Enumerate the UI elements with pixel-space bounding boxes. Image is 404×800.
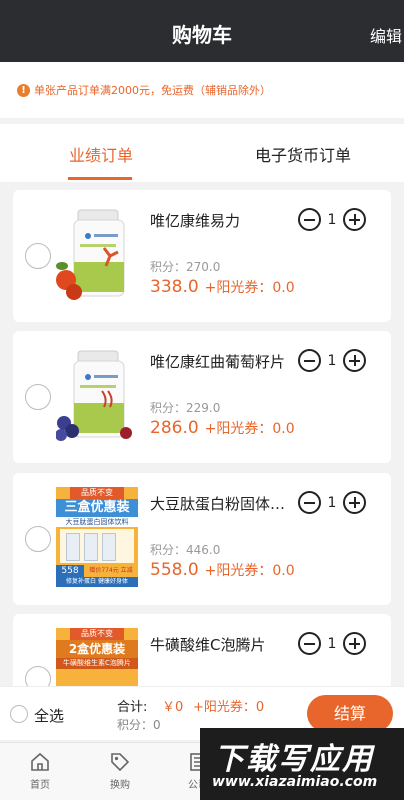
thumb-title: 三盒优惠装 bbox=[56, 499, 138, 517]
select-all-label[interactable]: 全选 bbox=[34, 705, 64, 726]
notice-text: 单张产品订单满2000元，免运费（辅销品除外） bbox=[34, 84, 271, 97]
increase-quantity-button[interactable] bbox=[343, 491, 366, 514]
tabbar-label: 首页 bbox=[30, 780, 50, 791]
order-tabs: 业绩订单 电子货币订单 bbox=[0, 124, 404, 182]
header-bar: 购物车 编辑 bbox=[0, 0, 404, 62]
quantity-value: 1 bbox=[327, 352, 337, 369]
watermark-url: www.xiazaimiao.com bbox=[212, 774, 378, 790]
total-value: ￥0 bbox=[162, 700, 184, 715]
thumb-price-left: 558 bbox=[56, 565, 84, 577]
item-select-radio[interactable] bbox=[25, 243, 51, 269]
edit-button[interactable]: 编辑 bbox=[370, 23, 402, 47]
tabbar-item-home[interactable]: 首页 bbox=[10, 751, 70, 791]
sunshine-voucher: +阳光券：0.0 bbox=[204, 563, 295, 579]
product-image: 品质不变 三盒优惠装 大豆肽蛋白固体饮料 558 赠价774元 立减216 修复… bbox=[56, 487, 138, 587]
product-name[interactable]: 大豆肽蛋白粉固体饮料 bbox=[150, 493, 290, 514]
decrease-quantity-button[interactable] bbox=[298, 491, 321, 514]
cart-item[interactable]: 唯亿康红曲葡萄籽片 1 积分：229.0 286.0 +阳光券：0.0 bbox=[13, 331, 391, 463]
home-icon bbox=[31, 752, 49, 771]
watermark-title: 下载写应用 bbox=[214, 742, 374, 777]
total-sunshine-voucher: +阳光券：0 bbox=[193, 700, 265, 715]
tag-icon bbox=[111, 753, 130, 772]
thumb-subtitle: 大豆肽蛋白固体饮料 bbox=[56, 517, 138, 527]
quantity-stepper[interactable]: 1 bbox=[298, 349, 366, 372]
decrease-quantity-button[interactable] bbox=[298, 208, 321, 231]
price-row: 286.0 +阳光券：0.0 bbox=[150, 418, 295, 438]
quantity-stepper[interactable]: 1 bbox=[298, 632, 366, 655]
total-points: 积分：0 bbox=[117, 718, 161, 732]
product-image bbox=[55, 345, 138, 445]
increase-quantity-button[interactable] bbox=[343, 349, 366, 372]
decrease-quantity-button[interactable] bbox=[298, 349, 321, 372]
decrease-quantity-button[interactable] bbox=[298, 632, 321, 655]
tab-e-currency-order[interactable]: 电子货币订单 bbox=[255, 142, 351, 166]
product-name[interactable]: 唯亿康维易力 bbox=[150, 210, 290, 231]
thumb-title: 2盒优惠装 bbox=[56, 640, 138, 658]
active-tab-indicator bbox=[68, 177, 132, 180]
item-select-radio[interactable] bbox=[25, 666, 51, 686]
page-title: 购物车 bbox=[172, 23, 232, 47]
checkout-button[interactable]: 结算 bbox=[307, 695, 393, 732]
product-name[interactable]: 唯亿康红曲葡萄籽片 bbox=[150, 351, 290, 372]
select-all-radio[interactable] bbox=[10, 705, 28, 723]
cart-item[interactable]: 品质不变 三盒优惠装 大豆肽蛋白固体饮料 558 赠价774元 立减216 修复… bbox=[13, 473, 391, 605]
quantity-stepper[interactable]: 1 bbox=[298, 491, 366, 514]
sunshine-voucher: +阳光券：0.0 bbox=[204, 421, 295, 437]
thumb-subtitle: 牛磺酸维生素C泡腾片 bbox=[56, 658, 138, 669]
product-price: 286.0 bbox=[150, 418, 199, 438]
cart-item[interactable]: 品质不变 2盒优惠装 牛磺酸维生素C泡腾片 牛磺酸维C泡腾片 1 bbox=[13, 614, 391, 686]
total-label: 合计: bbox=[117, 700, 148, 715]
exclamation-circle-icon: ! bbox=[17, 83, 30, 97]
increase-quantity-button[interactable] bbox=[343, 632, 366, 655]
product-image: 品质不变 2盒优惠装 牛磺酸维生素C泡腾片 bbox=[56, 628, 138, 686]
watermark-logo: 下载写应用 www.xiazaimiao.com bbox=[200, 728, 404, 800]
sunshine-voucher: +阳光券：0.0 bbox=[204, 280, 295, 296]
increase-quantity-button[interactable] bbox=[343, 208, 366, 231]
item-select-radio[interactable] bbox=[25, 384, 51, 410]
product-price: 338.0 bbox=[150, 277, 199, 297]
quantity-stepper[interactable]: 1 bbox=[298, 208, 366, 231]
product-price: 558.0 bbox=[150, 560, 199, 580]
price-row: 338.0 +阳光券：0.0 bbox=[150, 277, 295, 297]
product-points: 积分：446.0 bbox=[150, 543, 221, 557]
price-row: 558.0 +阳光券：0.0 bbox=[150, 560, 295, 580]
thumb-bottom-slogan: 修复补蛋白 健康好身体 bbox=[56, 577, 138, 587]
product-points: 积分：229.0 bbox=[150, 401, 221, 415]
product-image bbox=[56, 204, 138, 304]
product-name[interactable]: 牛磺酸维C泡腾片 bbox=[150, 634, 290, 655]
quantity-value: 1 bbox=[327, 635, 337, 652]
product-points: 积分：270.0 bbox=[150, 260, 221, 274]
quantity-value: 1 bbox=[327, 494, 337, 511]
tabbar-item-exchange[interactable]: 换购 bbox=[90, 751, 150, 791]
item-select-radio[interactable] bbox=[25, 526, 51, 552]
thumb-top-tag: 品质不变 bbox=[70, 487, 124, 499]
quantity-value: 1 bbox=[327, 211, 337, 228]
thumb-top-tag: 品质不变 bbox=[70, 628, 124, 640]
cart-item[interactable]: 唯亿康维易力 1 积分：270.0 338.0 +阳光券：0.0 bbox=[13, 190, 391, 322]
tabbar-label: 换购 bbox=[110, 780, 130, 791]
tab-performance-order[interactable]: 业绩订单 bbox=[69, 142, 133, 166]
free-shipping-notice: ! 单张产品订单满2000元，免运费（辅销品除外） bbox=[0, 62, 404, 118]
thumb-badge: 赠价774元 立减216 bbox=[89, 567, 133, 586]
